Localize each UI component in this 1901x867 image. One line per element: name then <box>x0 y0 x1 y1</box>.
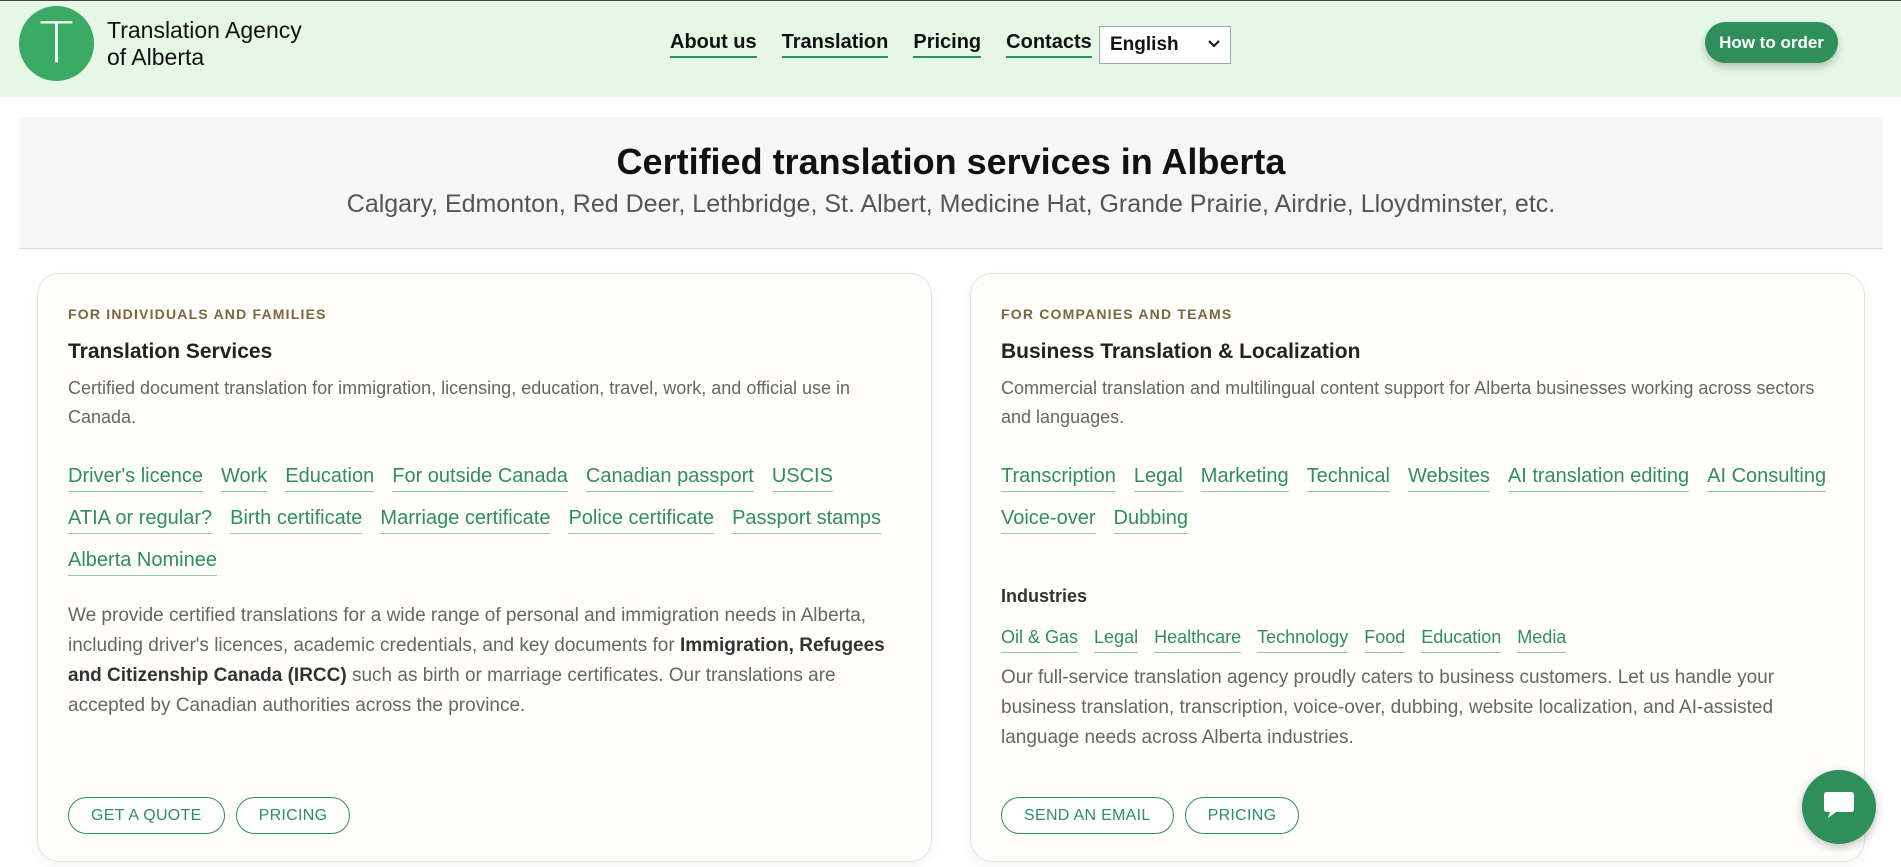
business-service-links: Transcription Legal Marketing Technical … <box>1001 463 1851 547</box>
site-header: T Translation Agency of Alberta About us… <box>0 1 1901 97</box>
individuals-card: FOR INDIVIDUALS AND FAMILIES Translation… <box>37 273 932 862</box>
card-body: We provide certified translations for a … <box>68 601 908 721</box>
language-select[interactable]: English <box>1099 26 1231 64</box>
how-to-order-button[interactable]: How to order <box>1705 22 1838 63</box>
pricing-button[interactable]: PRICING <box>235 797 351 834</box>
nav-about-us[interactable]: About us <box>670 31 757 58</box>
link-drivers-licence[interactable]: Driver's licence <box>68 463 203 492</box>
link-work[interactable]: Work <box>220 463 268 492</box>
service-links: Driver's licence Work Education For outs… <box>68 463 918 589</box>
chat-button[interactable] <box>1802 770 1876 844</box>
link-marketing[interactable]: Marketing <box>1200 463 1289 492</box>
nav-translation[interactable]: Translation <box>781 31 889 58</box>
industry-oil-gas[interactable]: Oil & Gas <box>1001 624 1079 653</box>
link-marriage-certificate[interactable]: Marriage certificate <box>380 505 551 534</box>
pricing-button[interactable]: PRICING <box>1184 797 1300 834</box>
link-dubbing[interactable]: Dubbing <box>1113 505 1189 534</box>
nav-contacts[interactable]: Contacts <box>1006 31 1092 58</box>
companies-card: FOR COMPANIES AND TEAMS Business Transla… <box>970 273 1865 862</box>
card-title: Translation Services <box>68 340 273 363</box>
card-description: Certified document translation for immig… <box>68 378 851 427</box>
industry-technology[interactable]: Technology <box>1257 624 1349 653</box>
link-voice-over[interactable]: Voice-over <box>1001 505 1096 534</box>
industry-media[interactable]: Media <box>1517 624 1567 653</box>
card-description: Commercial translation and multilingual … <box>1001 378 1815 427</box>
link-canadian-passport[interactable]: Canadian passport <box>585 463 754 492</box>
industry-legal[interactable]: Legal <box>1094 624 1139 653</box>
link-transcription[interactable]: Transcription <box>1001 463 1116 492</box>
card-body: Our full-service translation agency prou… <box>1001 667 1775 748</box>
card-buttons: GET A QUOTE PRICING <box>68 797 351 834</box>
link-birth-certificate[interactable]: Birth certificate <box>230 505 363 534</box>
language-value: English <box>1110 34 1179 55</box>
link-legal[interactable]: Legal <box>1133 463 1183 492</box>
link-passport-stamps[interactable]: Passport stamps <box>732 505 882 534</box>
logo-line-1: Translation Agency <box>107 17 302 43</box>
link-ai-consulting[interactable]: AI Consulting <box>1707 463 1827 492</box>
hero-cities: Calgary, Edmonton, Red Deer, Lethbridge,… <box>346 190 1556 218</box>
logo-text[interactable]: Translation Agency of Alberta <box>107 17 367 71</box>
card-eyebrow: FOR COMPANIES AND TEAMS <box>1001 306 1233 322</box>
page-title: Certified translation services in Albert… <box>616 141 1286 182</box>
logo-icon[interactable]: T <box>19 6 94 81</box>
link-ai-translation-editing[interactable]: AI translation editing <box>1507 463 1690 492</box>
card-buttons: SEND AN EMAIL PRICING <box>1001 797 1300 834</box>
card-eyebrow: FOR INDIVIDUALS AND FAMILIES <box>68 306 327 322</box>
hero-banner: Certified translation services in Albert… <box>19 117 1883 249</box>
logo-line-2: of Alberta <box>107 44 205 70</box>
chat-bubble-icon <box>1822 789 1856 826</box>
main-nav: About us Translation Pricing Contacts <box>670 31 1117 58</box>
link-alberta-nominee[interactable]: Alberta Nominee <box>68 547 217 576</box>
industries-heading: Industries <box>1001 586 1088 606</box>
link-atia[interactable]: ATIA or regular? <box>68 505 213 534</box>
link-uscis[interactable]: USCIS <box>771 463 833 492</box>
nav-pricing[interactable]: Pricing <box>913 31 982 58</box>
industry-healthcare[interactable]: Healthcare <box>1154 624 1242 653</box>
industry-links: Oil & Gas Legal Healthcare Technology Fo… <box>1001 624 1851 661</box>
industry-food[interactable]: Food <box>1364 624 1406 653</box>
card-title: Business Translation & Localization <box>1001 340 1361 363</box>
link-outside-canada[interactable]: For outside Canada <box>392 463 568 492</box>
industry-education[interactable]: Education <box>1421 624 1502 653</box>
link-education[interactable]: Education <box>285 463 375 492</box>
send-an-email-button[interactable]: SEND AN EMAIL <box>1001 797 1174 834</box>
link-police-certificate[interactable]: Police certificate <box>568 505 715 534</box>
link-websites[interactable]: Websites <box>1408 463 1490 492</box>
link-technical[interactable]: Technical <box>1306 463 1390 492</box>
chevron-down-icon <box>1207 36 1221 54</box>
get-a-quote-button[interactable]: GET A QUOTE <box>68 797 225 834</box>
